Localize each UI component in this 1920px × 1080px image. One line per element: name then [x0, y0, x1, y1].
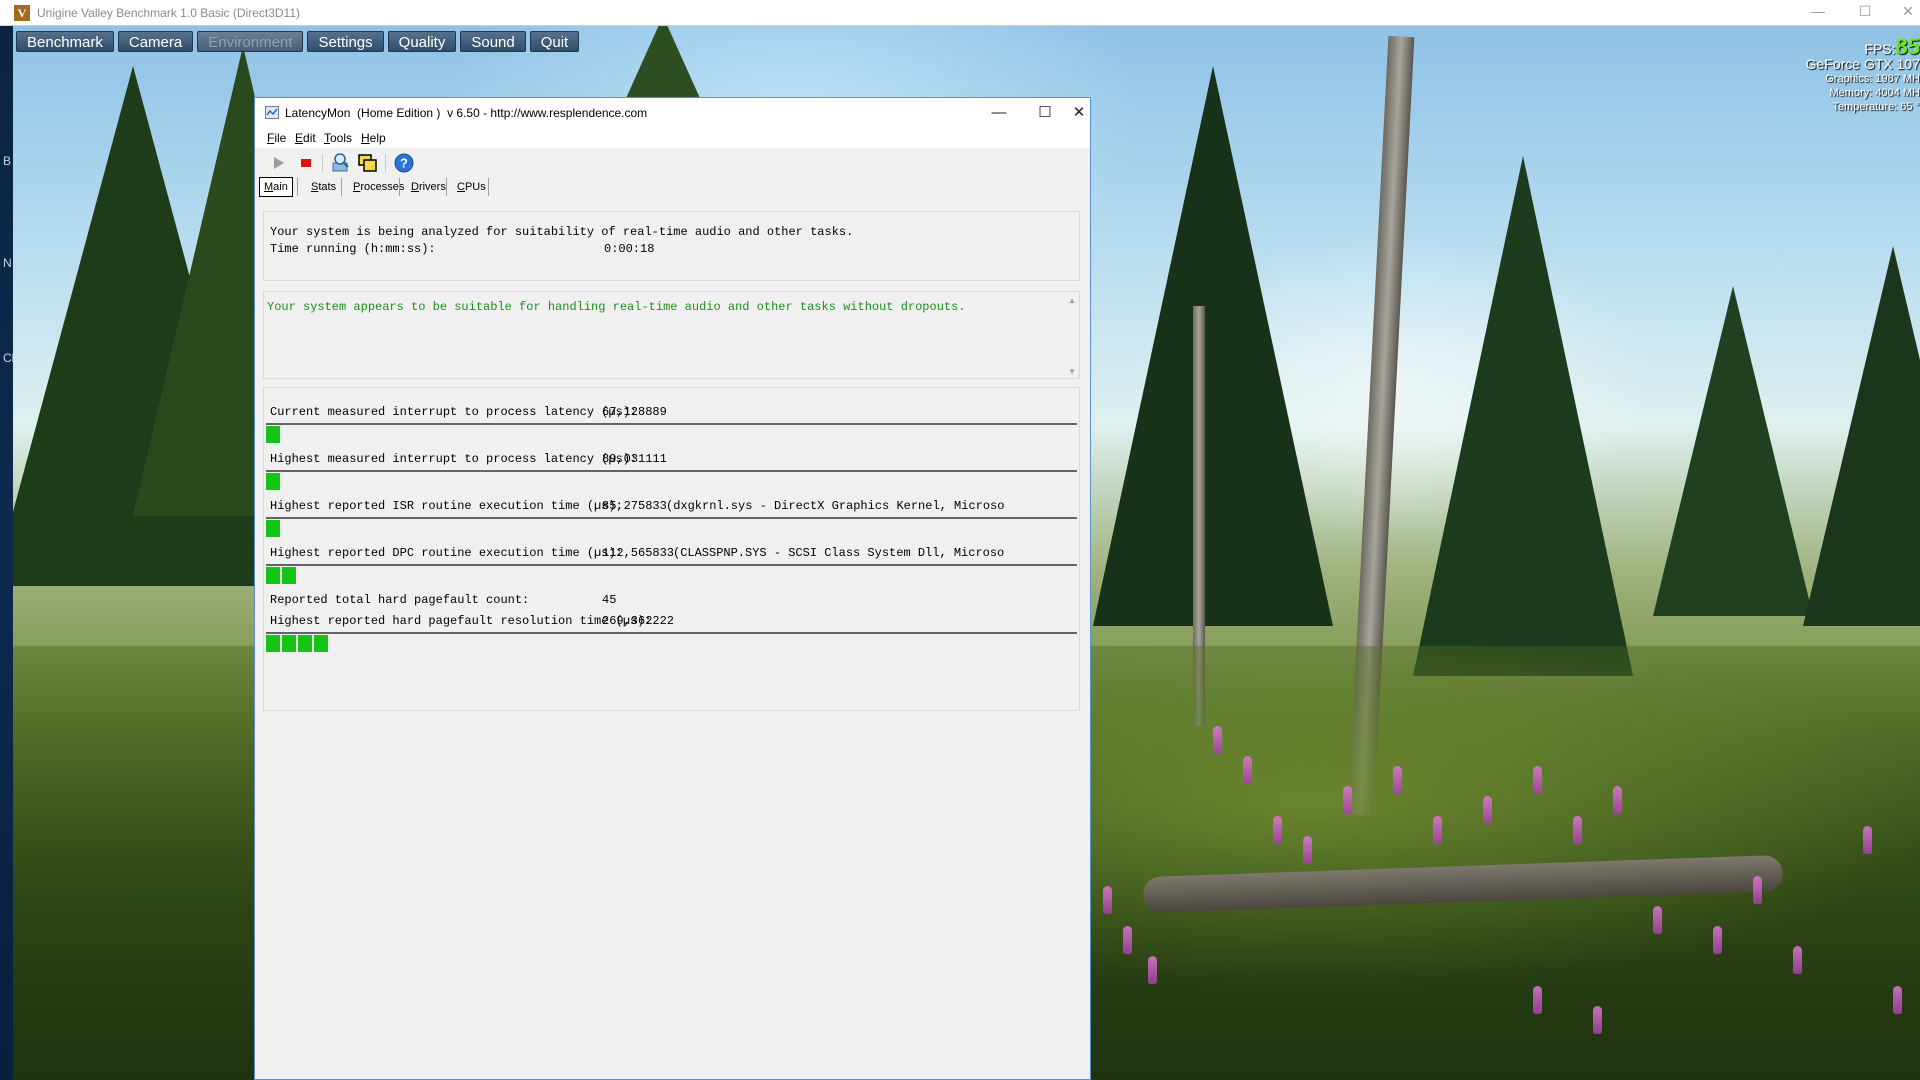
tab-drivers[interactable]: Drivers [411, 178, 446, 196]
metric-label: Highest reported ISR routine execution t… [270, 499, 623, 513]
menu-edit[interactable]: Edit [295, 131, 316, 145]
latency-bar-fill [266, 426, 282, 443]
latencymon-toolbar: ? [255, 148, 1090, 176]
close-button[interactable]: ✕ [1068, 101, 1090, 125]
latency-bar-fill [266, 635, 330, 652]
valley-maximize-button[interactable]: ☐ [1855, 3, 1875, 20]
latencymon-app-icon [265, 106, 279, 119]
gpu-temperature: Temperature: 65 ° [1832, 101, 1920, 113]
tab-main[interactable]: Main [259, 177, 293, 197]
time-running-label: Time running (h:mm:ss): [270, 242, 436, 256]
fps-label: FPS: [1864, 41, 1896, 57]
verdict-panel[interactable]: Your system appears to be suitable for h… [263, 291, 1080, 379]
latency-bar [266, 564, 1077, 584]
metric-label: Current measured interrupt to process la… [270, 405, 638, 419]
scan-icon[interactable] [330, 152, 352, 174]
menu-help[interactable]: Help [361, 131, 386, 145]
tab-stats[interactable]: Stats [311, 178, 336, 196]
tab-processes[interactable]: Processes [353, 178, 404, 196]
latencymon-window-title: LatencyMon (Home Edition ) v 6.50 - http… [285, 106, 648, 120]
desktop-icon-label: B [3, 154, 12, 168]
latencymon-window: LatencyMon (Home Edition ) v 6.50 - http… [254, 97, 1091, 1080]
settings-menu-button[interactable]: Settings [307, 31, 384, 52]
start-icon[interactable] [267, 152, 289, 174]
tab-cpus[interactable]: CPUs [457, 178, 486, 196]
benchmark-menu-button[interactable]: Benchmark [16, 31, 114, 52]
unigine-logo-icon: V [14, 5, 30, 21]
latency-bar-fill [266, 567, 298, 584]
maximize-button[interactable]: ☐ [1022, 101, 1068, 125]
status-text: Your system is being analyzed for suitab… [270, 225, 854, 239]
gpu-graphics-clock: Graphics: 1987 MH [1825, 73, 1920, 85]
latency-bar [266, 470, 1077, 490]
valley-close-button[interactable]: ✕ [1898, 3, 1918, 20]
metric-label: Reported total hard pagefault count: [270, 593, 530, 607]
metric-driver: (dxgkrnl.sys - DirectX Graphics Kernel, … [666, 499, 1005, 513]
metrics-panel: Current measured interrupt to process la… [263, 387, 1080, 711]
camera-menu-button[interactable]: Camera [117, 31, 194, 52]
verdict-text: Your system appears to be suitable for h… [267, 300, 966, 314]
metric-driver: (CLASSPNP.SYS - SCSI Class System Dll, M… [673, 546, 1005, 560]
sound-menu-button[interactable]: Sound [460, 31, 526, 52]
metric-label: Highest reported hard pagefault resoluti… [270, 614, 652, 628]
latency-bar-fill [266, 520, 282, 537]
svg-text:?: ? [400, 156, 408, 171]
metric-value: 85,275833 [602, 499, 667, 513]
windows-icon[interactable] [357, 152, 379, 174]
desktop-icon-label: N [3, 256, 12, 270]
latencymon-menubar: File Edit Tools Help [255, 128, 1090, 148]
metric-label: Highest measured interrupt to process la… [270, 452, 638, 466]
menu-tools[interactable]: Tools [324, 131, 352, 145]
metric-value: 67,128889 [602, 405, 667, 419]
valley-window-title: Unigine Valley Benchmark 1.0 Basic (Dire… [37, 6, 300, 20]
latencymon-title-bar[interactable]: LatencyMon (Home Edition ) v 6.50 - http… [255, 98, 1090, 128]
scroll-down-icon[interactable]: ▼ [1068, 367, 1076, 376]
quit-menu-button[interactable]: Quit [529, 31, 580, 52]
benchmark-menu: Benchmark Camera Environment Settings Qu… [16, 31, 583, 53]
gpu-info-overlay: FPS:85 GeForce GTX 107 Graphics: 1987 MH… [1806, 34, 1920, 114]
stop-icon[interactable] [295, 152, 317, 174]
latency-bar [266, 632, 1077, 652]
time-running-value: 0:00:18 [604, 242, 655, 256]
latency-bar [266, 423, 1077, 443]
metric-value: 112,565833 [602, 546, 675, 560]
desktop-background-strip: B N Cl [0, 26, 14, 1080]
metric-value: 89,031111 [602, 452, 667, 466]
gpu-memory-clock: Memory: 4004 MH [1829, 87, 1920, 99]
latency-bar-fill [266, 473, 282, 490]
status-panel: Your system is being analyzed for suitab… [263, 211, 1080, 281]
help-icon[interactable]: ? [393, 152, 415, 174]
menu-file[interactable]: File [267, 131, 286, 145]
latency-bar [266, 517, 1077, 537]
metric-label: Highest reported DPC routine execution t… [270, 546, 623, 560]
environment-menu-button: Environment [197, 31, 304, 52]
metric-value: 269,362222 [602, 614, 675, 628]
gpu-name: GeForce GTX 107 [1805, 56, 1920, 72]
valley-title-bar[interactable]: V Unigine Valley Benchmark 1.0 Basic (Di… [0, 0, 1920, 26]
quality-menu-button[interactable]: Quality [387, 31, 457, 52]
valley-minimize-button[interactable]: — [1808, 3, 1828, 19]
scroll-up-icon[interactable]: ▲ [1068, 296, 1076, 305]
minimize-button[interactable]: — [976, 101, 1022, 125]
metric-value: 45 [602, 593, 617, 607]
